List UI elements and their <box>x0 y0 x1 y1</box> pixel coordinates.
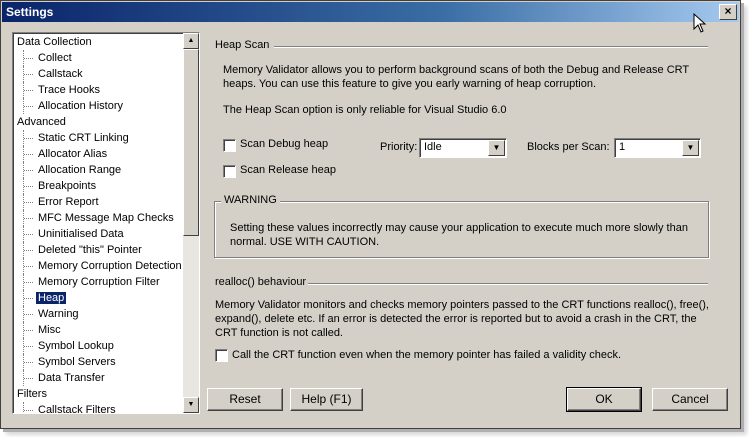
close-button[interactable]: × <box>719 4 737 20</box>
tree-item-allocator-alias[interactable]: Allocator Alias <box>15 146 183 162</box>
tree-item-heap[interactable]: Heap <box>15 290 183 306</box>
tree-item-collect[interactable]: Collect <box>15 50 183 66</box>
tree-item-trace-hooks[interactable]: Trace Hooks <box>15 82 183 98</box>
tree-item-uninitialised-data[interactable]: Uninitialised Data <box>15 226 183 242</box>
tree-item-allocation-range[interactable]: Allocation Range <box>15 162 183 178</box>
reset-button[interactable]: Reset <box>207 388 283 411</box>
tree-item-symbol-servers[interactable]: Symbol Servers <box>15 354 183 370</box>
tree-item-misc[interactable]: Misc <box>15 322 183 338</box>
heap-scan-title: Heap Scan <box>215 39 270 51</box>
tree-item-label: Uninitialised Data <box>38 228 124 240</box>
tree-list: Data Collection Collect Callstack Trace Hoo… <box>15 34 183 414</box>
blocks-per-scan-select[interactable]: 1 ▼ <box>614 138 701 158</box>
scan-release-label: Scan Release heap <box>240 164 337 176</box>
heap-scan-description: Memory Validator allows you to perform b… <box>223 64 689 90</box>
realloc-description: Memory Validator monitors and checks mem… <box>215 299 709 339</box>
blocks-per-scan-label: Blocks per Scan: <box>527 141 610 153</box>
tree-item-label: Filters <box>17 388 47 400</box>
warning-title: WARNING <box>221 194 280 206</box>
tree-item-label: Callstack Filters <box>38 404 116 414</box>
scan-release-checkbox[interactable] <box>223 165 236 178</box>
tree-item-memory-corruption-detection[interactable]: Memory Corruption Detection <box>15 258 183 274</box>
blocks-dropdown-icon[interactable]: ▼ <box>682 140 699 156</box>
tree-item-deleted-this-pointer[interactable]: Deleted "this" Pointer <box>15 242 183 258</box>
heap-scan-note: The Heap Scan option is only reliable fo… <box>223 104 507 116</box>
cancel-button[interactable]: Cancel <box>652 388 728 411</box>
tree-item-label: MFC Message Map Checks <box>38 212 174 224</box>
tree-item-label: Data Collection <box>17 36 92 48</box>
tree-item-label: Error Report <box>38 196 99 208</box>
call-crt-checkbox[interactable] <box>215 349 228 362</box>
tree-item-label: Callstack <box>38 68 83 80</box>
tree-item-advanced[interactable]: Advanced <box>15 114 183 130</box>
tree-item-mfc-message-map-checks[interactable]: MFC Message Map Checks <box>15 210 183 226</box>
tree-item-data-collection[interactable]: Data Collection <box>15 34 183 50</box>
help-button[interactable]: Help (F1) <box>290 388 363 411</box>
priority-value: Idle <box>424 141 442 153</box>
heap-scan-divider <box>274 46 708 48</box>
tree-item-label: Memory Corruption Detection <box>38 260 182 272</box>
tree-item-label: Allocation History <box>38 100 123 112</box>
tree-item-memory-corruption-filter[interactable]: Memory Corruption Filter <box>15 274 183 290</box>
ok-button[interactable]: OK <box>566 387 642 412</box>
priority-dropdown-icon[interactable]: ▼ <box>488 140 505 156</box>
realloc-divider <box>308 283 708 285</box>
scroll-down-button[interactable]: ▼ <box>183 397 199 413</box>
warning-text: Setting these values incorrectly may cau… <box>230 222 688 248</box>
window-title: Settings <box>6 5 54 19</box>
call-crt-label: Call the CRT function even when the memo… <box>232 349 622 361</box>
tree-item-allocation-history[interactable]: Allocation History <box>15 98 183 114</box>
tree-item-label: Warning <box>38 308 79 320</box>
tree-item-label: Advanced <box>17 116 66 128</box>
tree-item-label: Memory Corruption Filter <box>38 276 160 288</box>
priority-label: Priority: <box>380 141 418 153</box>
blocks-per-scan-value: 1 <box>619 141 626 153</box>
tree-item-label: Symbol Servers <box>38 356 116 368</box>
tree-item-label: Breakpoints <box>38 180 97 192</box>
tree-item-callstack[interactable]: Callstack <box>15 66 183 82</box>
tree-item-symbol-lookup[interactable]: Symbol Lookup <box>15 338 183 354</box>
realloc-title: realloc() behaviour <box>215 276 307 288</box>
settings-dialog: Settings × Data Collection Collect Callsta… <box>0 0 741 429</box>
tree-item-data-transfer[interactable]: Data Transfer <box>15 370 183 386</box>
tree-item-label: Collect <box>38 52 72 64</box>
tree-item-error-report[interactable]: Error Report <box>15 194 183 210</box>
tree-item-label: Misc <box>38 324 61 336</box>
tree-scrollbar[interactable]: ▲ ▼ <box>183 33 199 413</box>
scan-debug-checkbox[interactable] <box>223 139 236 152</box>
tree-item-label: Deleted "this" Pointer <box>38 244 142 256</box>
tree-item-label: Static CRT Linking <box>38 132 129 144</box>
title-bar[interactable]: Settings × <box>2 2 739 22</box>
tree-item-callstack-filters[interactable]: Callstack Filters <box>15 402 183 414</box>
scan-debug-label: Scan Debug heap <box>240 138 329 150</box>
tree-item-breakpoints[interactable]: Breakpoints <box>15 178 183 194</box>
tree-item-static-crt-linking[interactable]: Static CRT Linking <box>15 130 183 146</box>
tree-item-label: Trace Hooks <box>38 84 100 96</box>
priority-select[interactable]: Idle ▼ <box>419 138 507 158</box>
tree-item-label: Symbol Lookup <box>38 340 114 352</box>
tree-item-label: Allocation Range <box>38 164 122 176</box>
mouse-cursor-icon <box>693 13 707 33</box>
tree-item-warning[interactable]: Warning <box>15 306 183 322</box>
tree-item-filters[interactable]: Filters <box>15 386 183 402</box>
scroll-up-button[interactable]: ▲ <box>183 33 199 49</box>
tree-item-label: Heap <box>36 292 67 304</box>
settings-tree[interactable]: Data Collection Collect Callstack Trace Hoo… <box>12 32 200 414</box>
tree-item-label: Data Transfer <box>38 372 105 384</box>
scroll-thumb[interactable] <box>183 49 199 236</box>
tree-item-label: Allocator Alias <box>38 148 108 160</box>
